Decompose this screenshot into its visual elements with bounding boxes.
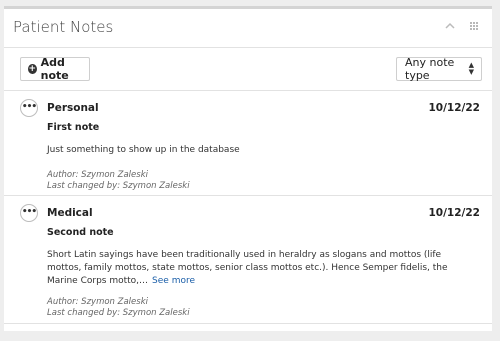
note-body: Short Latin sayings have been traditiona…: [47, 249, 477, 288]
note-type: Personal: [47, 102, 99, 114]
header-icons: [445, 21, 478, 31]
notes-toolbar: + Add note Any note type ▲ ▼: [4, 48, 492, 91]
grid-icon[interactable]: [469, 22, 478, 31]
sort-arrows-icon: ▲ ▼: [468, 61, 474, 76]
add-note-label: Add note: [40, 56, 69, 82]
note-title: Second note: [47, 227, 114, 238]
plus-circle-icon: +: [28, 64, 37, 74]
add-note-button[interactable]: + Add note: [20, 56, 90, 82]
panel-header: Patient Notes: [4, 9, 492, 48]
note-date: 10/12/22: [428, 102, 480, 114]
note-author: Author: Szymon Zaleski: [47, 170, 148, 180]
note-item: ••• Personal 10/12/22 First note Just so…: [4, 91, 492, 196]
panel-title: Patient Notes: [13, 18, 114, 36]
chevron-up-icon[interactable]: [445, 21, 455, 31]
note-item: ••• Medical 10/12/22 Second note Short L…: [4, 196, 492, 324]
note-author: Author: Szymon Zaleski: [47, 297, 148, 307]
note-type-select[interactable]: Any note type ▲ ▼: [396, 56, 482, 82]
note-meta: Author: Szymon Zaleski Last changed by: …: [47, 297, 190, 319]
note-date: 10/12/22: [428, 207, 480, 219]
note-changed-by: Last changed by: Szymon Zaleski: [47, 308, 190, 318]
more-options-icon[interactable]: •••: [20, 204, 38, 222]
more-options-icon[interactable]: •••: [20, 99, 38, 117]
note-type: Medical: [47, 207, 93, 219]
note-changed-by: Last changed by: Szymon Zaleski: [47, 181, 190, 191]
note-body: Just something to show up in the databas…: [47, 145, 240, 155]
patient-notes-panel: Patient Notes + Add note Any note type ▲…: [4, 6, 492, 331]
note-title: First note: [47, 122, 100, 133]
note-body-text: Short Latin sayings have been traditiona…: [47, 250, 448, 286]
see-more-link[interactable]: See more: [152, 276, 195, 286]
note-meta: Author: Szymon Zaleski Last changed by: …: [47, 170, 190, 192]
